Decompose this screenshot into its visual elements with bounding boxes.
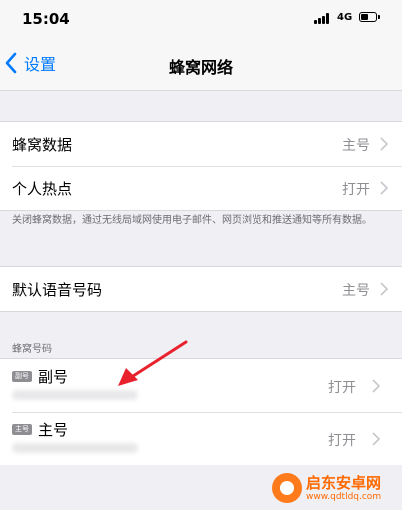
row-label: 个人热点 (12, 180, 73, 198)
site-watermark: 启东安卓网 www.qdtldq.com (272, 466, 402, 510)
signal-icon (314, 13, 330, 24)
voice-number-group: 默认语音号码 主号 (0, 266, 402, 312)
secondary-line-row[interactable]: 副号 副号 打开 (0, 359, 402, 412)
sim-card-badge: 主号 (12, 424, 32, 435)
navigation-bar: 设置 蜂窝网络 (0, 36, 402, 91)
chevron-right-icon (380, 181, 388, 195)
page-title: 蜂窝网络 (168, 58, 233, 77)
chevron-right-icon (372, 379, 380, 393)
chevron-right-icon (380, 137, 388, 151)
red-arrow-annotation (118, 340, 188, 386)
watermark-logo-icon (272, 473, 302, 503)
row-label: 蜂窝数据 (12, 136, 73, 154)
status-time: 15:04 (22, 10, 70, 28)
personal-hotspot-row[interactable]: 个人热点 打开 (0, 166, 402, 210)
row-label: 默认语音号码 (12, 281, 103, 299)
sim-line-name: 主号 (38, 421, 69, 439)
sim-line-name: 副号 (38, 368, 69, 386)
row-value: 打开 (328, 380, 356, 396)
chevron-right-icon (380, 282, 388, 296)
watermark-title: 启东安卓网 (306, 473, 382, 492)
row-value: 打开 (342, 182, 370, 198)
cellular-data-row[interactable]: 蜂窝数据 主号 (0, 122, 402, 166)
sim-numbers-group: 副号 副号 打开 主号 主号 打开 (0, 358, 402, 465)
row-value: 主号 (342, 283, 370, 299)
row-value: 打开 (328, 433, 356, 449)
cellular-data-footnote: 关闭蜂窝数据，通过无线局域网使用电子邮件、网页浏览和推送通知等所有数据。 (12, 215, 372, 226)
network-type: 4G (337, 12, 353, 23)
default-voice-number-row[interactable]: 默认语音号码 主号 (0, 267, 402, 311)
section-header: 蜂窝号码 (12, 344, 52, 355)
status-bar: 15:04 4G (0, 0, 402, 36)
primary-line-row[interactable]: 主号 主号 打开 (0, 412, 402, 465)
blurred-phone-number (12, 443, 138, 453)
battery-icon (359, 12, 380, 22)
chevron-right-icon (372, 432, 380, 446)
sim-card-badge: 副号 (12, 371, 32, 382)
cellular-settings-group: 蜂窝数据 主号 个人热点 打开 (0, 121, 402, 211)
watermark-url: www.qdtldq.com (306, 491, 382, 502)
row-value: 主号 (342, 138, 370, 154)
blurred-phone-number (12, 390, 138, 400)
